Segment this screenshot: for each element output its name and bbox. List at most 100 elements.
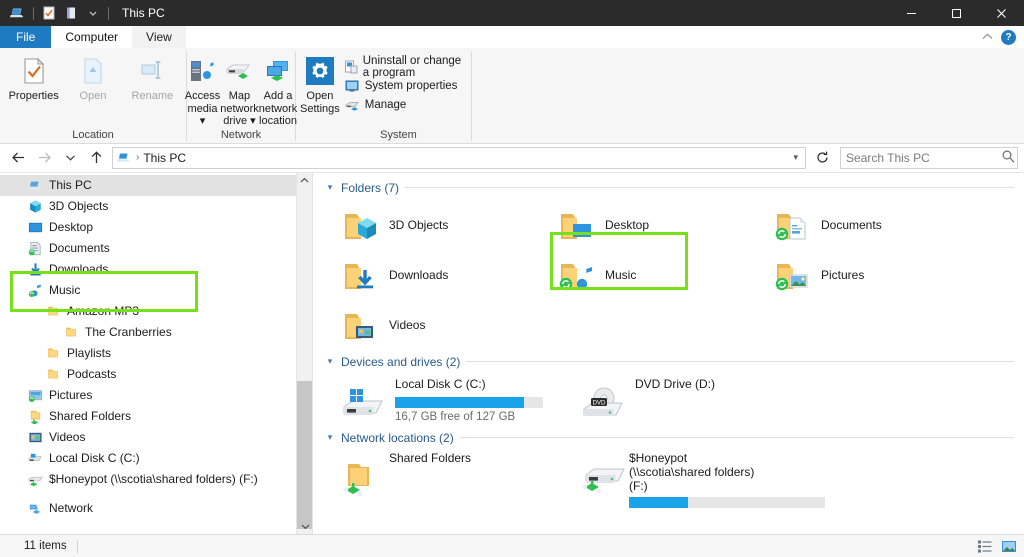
customize-dropdown-icon[interactable] — [83, 3, 103, 23]
folder-pin-icon[interactable] — [61, 3, 81, 23]
refresh-button[interactable] — [810, 146, 834, 170]
sidebar-item-podcasts[interactable]: Podcasts — [0, 364, 312, 385]
breadcrumb-separator[interactable]: › — [135, 152, 140, 163]
navpane-scrollbar[interactable] — [296, 173, 312, 534]
folder-icon — [44, 366, 62, 382]
settings-gear-icon — [305, 55, 335, 87]
sidebar-item-3d-objects[interactable]: 3D Objects — [0, 196, 312, 217]
group-header-network[interactable]: ▾ Network locations (2) — [325, 431, 1014, 445]
sidebar-item-amazon-mp3[interactable]: Amazon MP3 — [0, 301, 312, 322]
drives-list: Local Disk C (C:) 16,7 GB free of 127 GB — [325, 371, 1014, 429]
network-item-honeypot[interactable]: $Honeypot (\\scotia\shared folders) (F:) — [565, 451, 855, 508]
forward-button[interactable] — [32, 146, 56, 170]
tile-music[interactable]: Music — [541, 251, 757, 301]
search-icon[interactable] — [1001, 149, 1015, 166]
sidebar-item-honeypot-drive[interactable]: $Honeypot (\\scotia\shared folders) (F:) — [0, 469, 312, 490]
qat-divider-2 — [108, 7, 109, 20]
tile-3d-objects[interactable]: 3D Objects — [325, 201, 541, 251]
drive-label: DVD Drive (D:) — [635, 377, 715, 393]
close-button[interactable] — [979, 0, 1024, 26]
properties-button[interactable]: Properties — [4, 52, 63, 110]
group-rule — [405, 187, 1014, 188]
add-network-location-button[interactable]: Add a network location — [259, 52, 298, 128]
sidebar-item-videos[interactable]: Videos — [0, 427, 312, 448]
sidebar-item-playlists[interactable]: Playlists — [0, 343, 312, 364]
sidebar-item-local-disk-c[interactable]: Local Disk C (C:) — [0, 448, 312, 469]
details-view-icon[interactable] — [976, 538, 994, 555]
breadcrumb[interactable]: › This PC ▾ — [112, 147, 806, 169]
sidebar-item-the-cranberries[interactable]: The Cranberries — [0, 322, 312, 343]
tab-computer[interactable]: Computer — [51, 26, 132, 48]
folder-desktop-icon — [555, 204, 599, 248]
group-title-network: Network locations (2) — [341, 431, 454, 445]
ribbon-group-label-system: System — [296, 128, 471, 143]
sidebar-item-label: The Cranberries — [85, 325, 172, 339]
network-item-shared-folders[interactable]: Shared Folders — [325, 451, 565, 508]
tab-view[interactable]: View — [132, 26, 186, 48]
sidebar-item-network[interactable]: Network — [0, 498, 312, 519]
tile-desktop[interactable]: Desktop — [541, 201, 757, 251]
folder-downloads-icon — [339, 254, 383, 298]
scroll-down-button[interactable] — [297, 518, 313, 534]
network-drive-icon — [579, 451, 629, 499]
network-item-label: Shared Folders — [389, 451, 471, 465]
drive-dvd-d[interactable]: DVD DVD Drive (D:) — [565, 375, 805, 425]
maximize-button[interactable] — [934, 0, 979, 26]
drive-local-disk-c[interactable]: Local Disk C (C:) 16,7 GB free of 127 GB — [325, 375, 565, 425]
sidebar-item-music[interactable]: Music — [0, 280, 312, 301]
tile-downloads[interactable]: Downloads — [325, 251, 541, 301]
dropdown-caret-2[interactable]: ▾ — [247, 115, 256, 127]
access-media-button[interactable]: Access media ▾ — [185, 52, 220, 128]
group-header-devices[interactable]: ▾ Devices and drives (2) — [325, 355, 1014, 369]
open-button[interactable]: Open — [63, 52, 122, 110]
folder-icon — [62, 324, 80, 340]
group-header-folders[interactable]: ▾ Folders (7) — [325, 181, 1014, 195]
chevron-down-icon[interactable]: ▾ — [325, 432, 335, 443]
scrollbar-thumb[interactable] — [297, 381, 313, 529]
sidebar-item-label: Documents — [49, 241, 110, 255]
tab-file[interactable]: File — [0, 26, 51, 48]
sidebar-item-pictures[interactable]: Pictures — [0, 385, 312, 406]
qat-divider — [33, 7, 34, 20]
uninstall-program-item[interactable]: Uninstall or change a program — [340, 57, 467, 76]
help-button[interactable]: ? — [1001, 30, 1016, 45]
scroll-up-button[interactable] — [297, 173, 312, 189]
folder-tree: This PC 3D Objects — [0, 173, 312, 519]
sidebar-item-this-pc[interactable]: This PC — [0, 175, 312, 196]
open-settings-button[interactable]: Open Settings — [300, 52, 340, 115]
dropdown-caret-1[interactable]: ▾ — [200, 115, 206, 127]
sidebar-item-label: Network — [49, 501, 93, 515]
tile-videos[interactable]: Videos — [325, 301, 541, 351]
title-bar: This PC — [0, 0, 1024, 26]
content-pane: ▾ Folders (7) 3D Objects — [313, 173, 1024, 534]
rename-button[interactable]: Rename — [123, 52, 182, 110]
sidebar-item-desktop[interactable]: Desktop — [0, 217, 312, 238]
search-input[interactable] — [846, 151, 1001, 165]
back-button[interactable] — [6, 146, 30, 170]
manage-item[interactable]: Manage — [340, 95, 467, 114]
minimize-button[interactable] — [889, 0, 934, 26]
search-box[interactable] — [840, 147, 1018, 169]
breadcrumb-path[interactable]: This PC — [143, 151, 186, 165]
system-properties-item[interactable]: System properties — [340, 76, 467, 95]
sidebar-item-shared-folders[interactable]: Shared Folders — [0, 406, 312, 427]
drive-usage-meter — [395, 397, 543, 408]
tile-pictures[interactable]: Pictures — [757, 251, 973, 301]
this-pc-icon[interactable] — [8, 3, 28, 23]
sidebar-item-downloads[interactable]: Downloads — [0, 259, 312, 280]
recent-locations-button[interactable] — [58, 146, 82, 170]
address-bar: › This PC ▾ — [0, 144, 1024, 172]
folder-3d-objects-icon — [339, 204, 383, 248]
rename-label: Rename — [132, 90, 174, 103]
up-button[interactable] — [84, 146, 108, 170]
properties-check-icon[interactable] — [39, 3, 59, 23]
map-network-drive-button[interactable]: Map network drive ▾ — [220, 52, 259, 128]
chevron-down-icon[interactable]: ▾ — [325, 182, 335, 193]
tile-documents[interactable]: Documents — [757, 201, 973, 251]
sidebar-item-documents[interactable]: Documents — [0, 238, 312, 259]
chevron-down-icon[interactable]: ▾ — [793, 152, 801, 163]
chevron-down-icon[interactable]: ▾ — [325, 356, 335, 367]
large-icons-view-icon[interactable] — [1000, 538, 1018, 555]
network-locations-list: Shared Folders — [325, 447, 1014, 508]
chevron-up-icon[interactable] — [981, 30, 994, 44]
